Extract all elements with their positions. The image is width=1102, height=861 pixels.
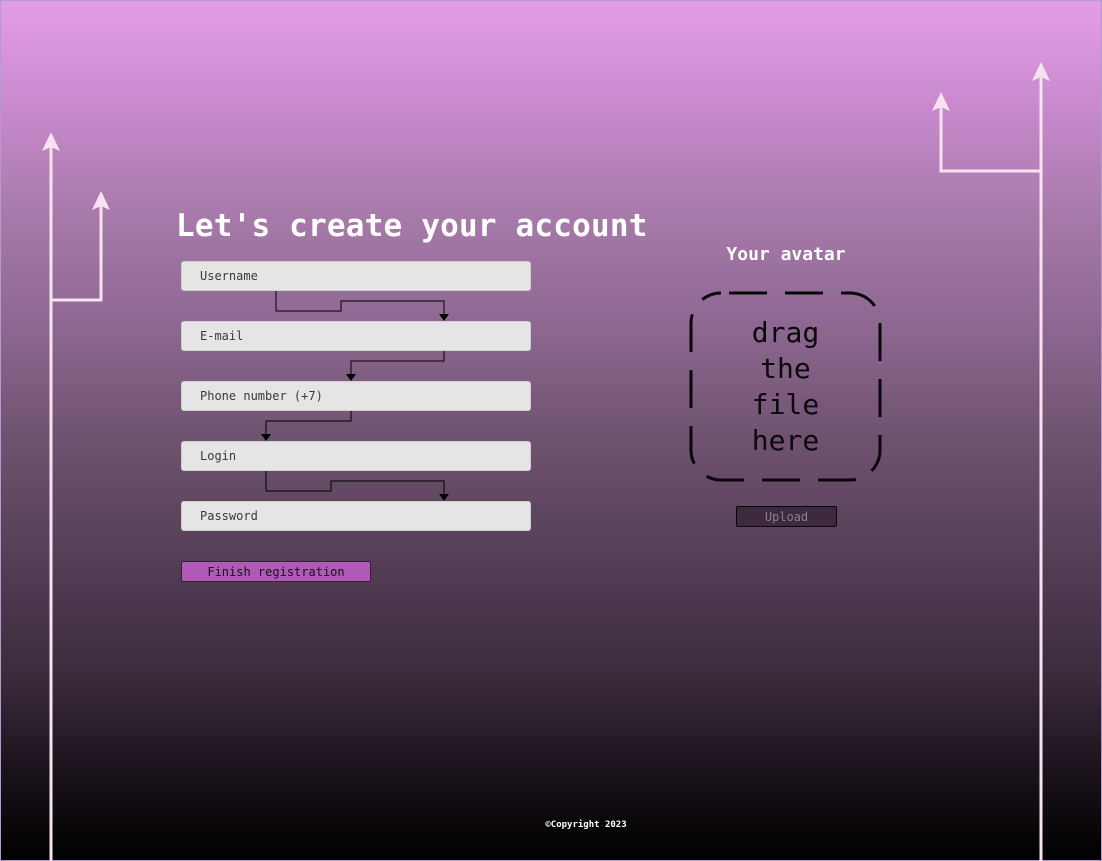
- connector-login-password: [265, 471, 445, 495]
- finish-registration-button[interactable]: Finish registration: [181, 561, 371, 582]
- connector-arrowhead-icon: [261, 434, 271, 441]
- left-arrowhead-short-icon: [92, 191, 110, 210]
- right-arrowhead-tall-icon: [1032, 62, 1050, 81]
- right-arrow-decoration: [939, 77, 1043, 861]
- dropzone-text: drag the file here: [689, 315, 882, 459]
- upload-button[interactable]: Upload: [736, 506, 837, 527]
- page-title: Let's create your account: [176, 208, 648, 244]
- username-input[interactable]: [181, 261, 531, 291]
- left-arrowhead-tall-icon: [42, 132, 60, 151]
- copyright-text: ©Copyright 2023: [545, 820, 627, 830]
- right-arrowhead-short-icon: [932, 92, 950, 111]
- password-input[interactable]: [181, 501, 531, 531]
- dropzone-text-line: file: [751, 388, 820, 421]
- avatar-title: Your avatar: [726, 244, 846, 265]
- dropzone-text-line: the: [760, 352, 811, 385]
- dropzone-text-line: drag: [751, 316, 820, 349]
- decorative-arrows-svg: [42, 62, 1050, 861]
- email-input[interactable]: [181, 321, 531, 351]
- connector-email-phone: [350, 351, 445, 375]
- connector-arrowhead-icon: [346, 374, 356, 381]
- phone-input[interactable]: [181, 381, 531, 411]
- dropzone-text-line: here: [751, 424, 820, 457]
- login-input[interactable]: [181, 441, 531, 471]
- avatar-dropzone[interactable]: drag the file here: [689, 291, 882, 482]
- left-arrow-decoration: [49, 146, 103, 861]
- connector-username-email: [275, 291, 445, 315]
- connector-arrowhead-icon: [439, 494, 449, 501]
- connector-arrowhead-icon: [439, 314, 449, 321]
- registration-page: { "page": { "title": "Let's create your …: [0, 0, 1102, 861]
- connector-phone-login: [265, 411, 352, 435]
